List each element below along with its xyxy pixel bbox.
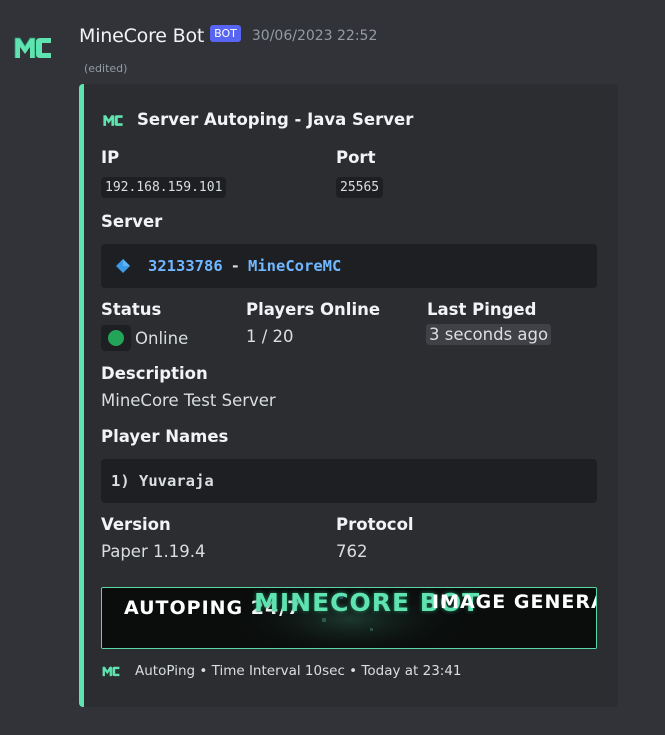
protocol-label: Protocol [336, 515, 414, 534]
status-field: Online [101, 325, 188, 351]
protocol-value: 762 [336, 542, 368, 561]
description-value: MineCore Test Server [101, 391, 276, 410]
minecore-logo-icon [102, 666, 120, 677]
message-header: MineCore Bot BOT 30/06/2023 22:52 [79, 22, 377, 50]
footer-text: AutoPing • Time Interval 10sec • Today a… [135, 663, 462, 679]
server-label: Server [101, 212, 163, 231]
ip-label: IP [101, 148, 120, 167]
version-label: Version [101, 515, 171, 534]
port-value: 25565 [336, 177, 384, 198]
online-dot-icon [108, 330, 124, 346]
message-timestamp[interactable]: 30/06/2023 22:52 [252, 28, 378, 44]
ip-value: 192.168.159.101 [101, 177, 227, 198]
server-separator: - [230, 257, 240, 275]
version-value: Paper 1.19.4 [101, 542, 206, 561]
server-code-block: 32133786 - MineCoreMC [101, 244, 597, 288]
embed-title: Server Autoping - Java Server [137, 110, 414, 129]
server-embed: Server Autoping - Java Server IP 192.168… [79, 84, 618, 707]
server-id: 32133786 [148, 257, 223, 275]
username[interactable]: MineCore Bot [79, 25, 204, 47]
players-online-value: 1 / 20 [246, 327, 294, 346]
server-name: MineCoreMC [248, 257, 342, 275]
embed-footer: AutoPing • Time Interval 10sec • Today a… [101, 663, 462, 679]
embed-title-row: Server Autoping - Java Server [101, 110, 413, 129]
bot-avatar[interactable] [12, 30, 54, 64]
banner-right-text: IMAGE GENERATION [432, 591, 596, 613]
players-online-label: Players Online [246, 300, 381, 319]
banner-center-text: MINECORE BOT [254, 588, 481, 617]
player-names-label: Player Names [101, 427, 229, 446]
player-names-code-block: 1) Yuvaraja [101, 459, 597, 503]
player-names-value: 1) Yuvaraja [111, 472, 214, 490]
last-pinged-field: 3 seconds ago [426, 324, 552, 345]
last-pinged-value[interactable]: 3 seconds ago [426, 324, 552, 345]
diamond-icon [116, 259, 130, 273]
status-label: Status [101, 300, 162, 319]
status-indicator [101, 325, 131, 351]
status-value: Online [135, 328, 189, 348]
ip-field: 192.168.159.101 [101, 176, 227, 198]
banner-left-text: AUTOPING 24/7 [124, 597, 302, 619]
bot-badge: BOT [210, 24, 241, 42]
minecore-logo-icon [103, 114, 123, 126]
last-pinged-label: Last Pinged [427, 300, 537, 319]
port-field: 25565 [336, 176, 384, 198]
description-label: Description [101, 364, 208, 383]
port-label: Port [336, 148, 376, 167]
edited-indicator: (edited) [84, 62, 128, 75]
minecore-logo-icon [14, 37, 51, 58]
embed-banner-image[interactable]: AUTOPING 24/7 MINECORE BOT IMAGE GENERAT… [101, 587, 597, 649]
